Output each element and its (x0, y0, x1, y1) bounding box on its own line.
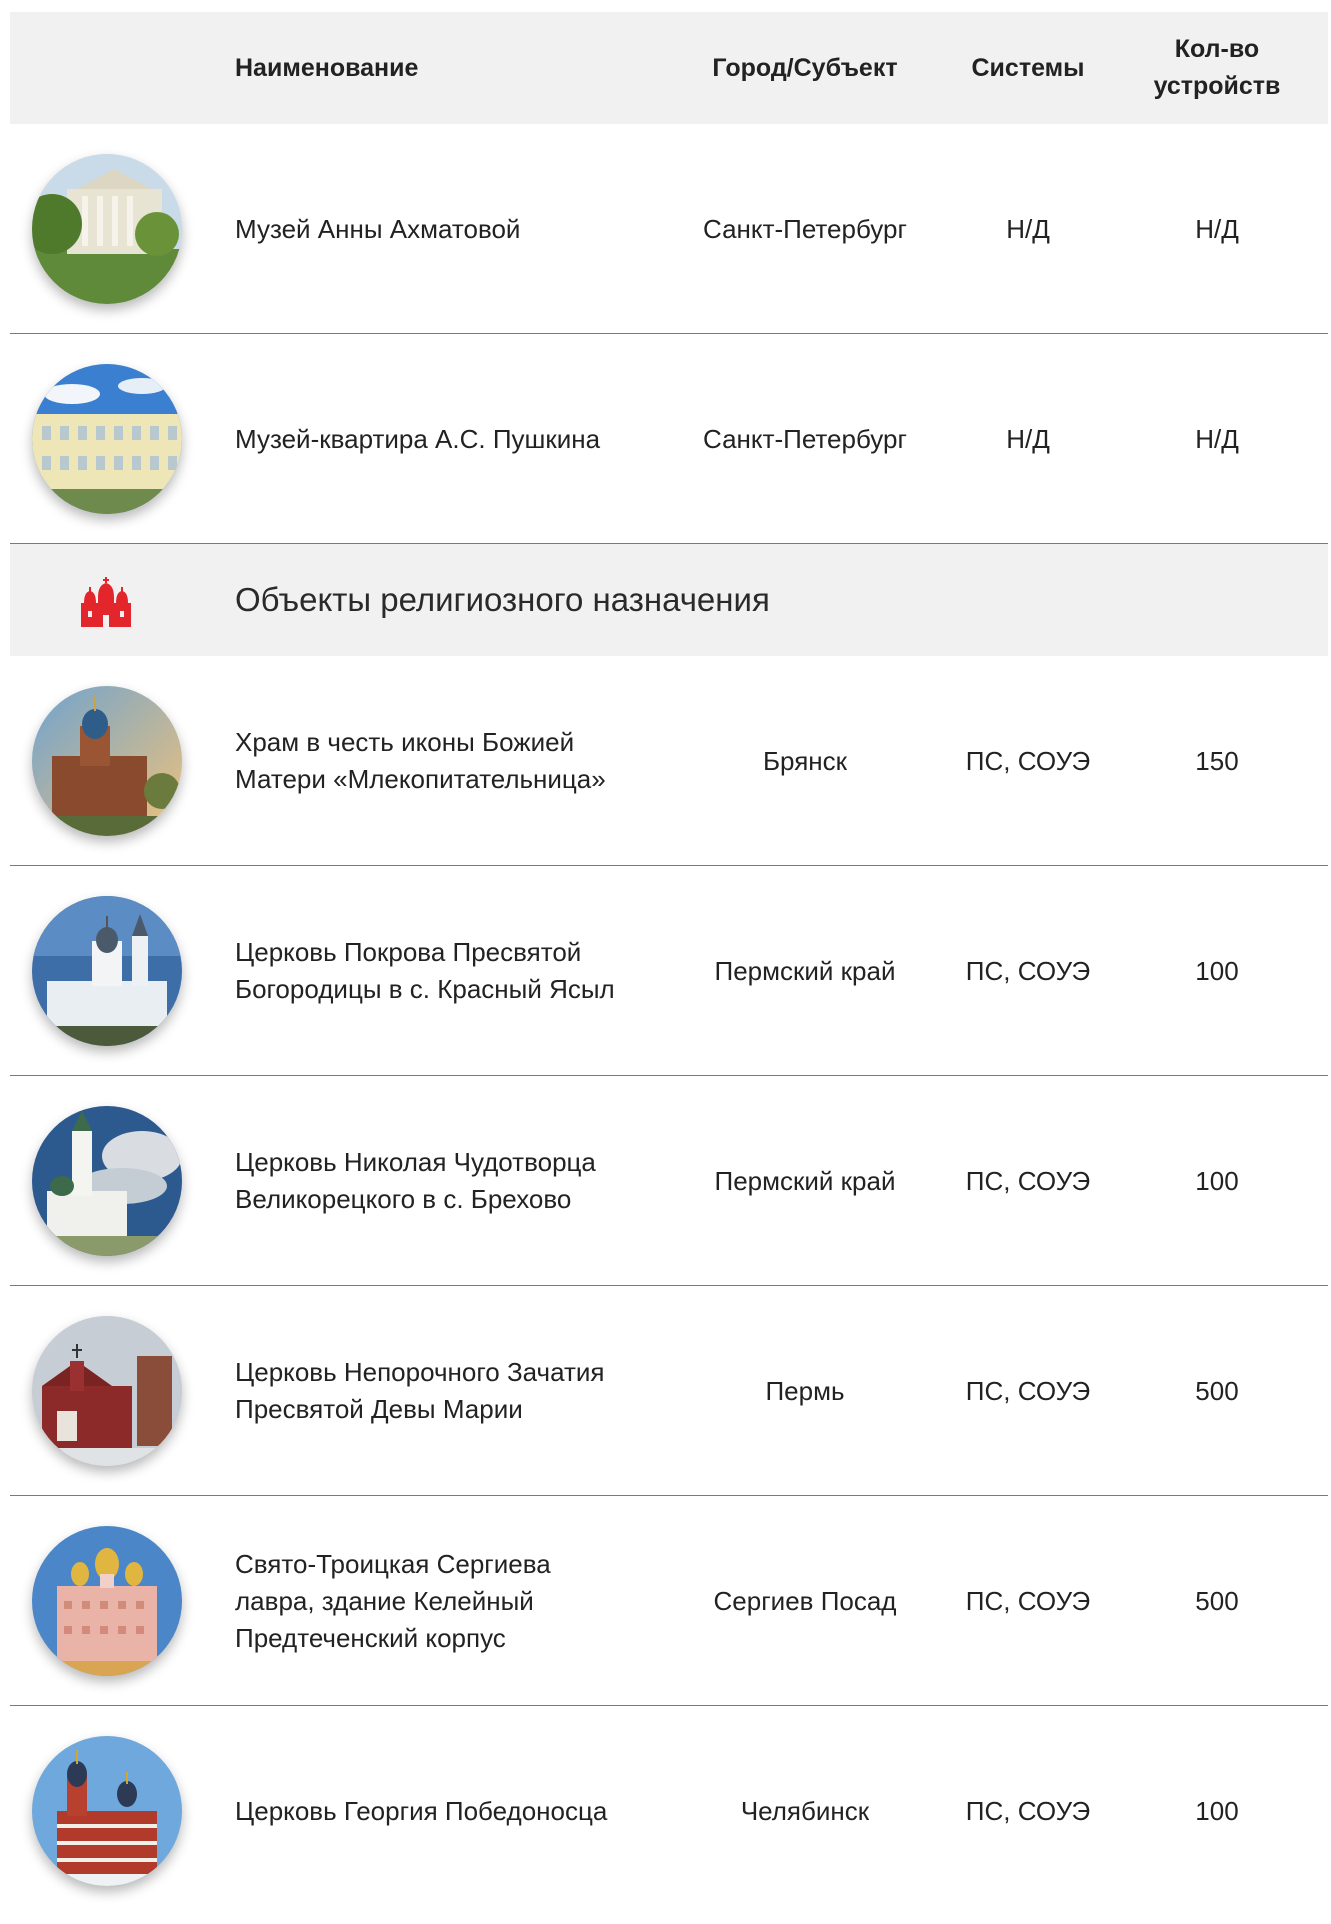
object-count: 500 (1195, 1585, 1239, 1616)
object-systems: Н/Д (1006, 423, 1050, 454)
table-row: Музей Анны Ахматовой Санкт-Петербург Н/Д… (10, 124, 1328, 334)
table-header: Наименование Город/Субъект Системы Кол-в… (10, 12, 1328, 124)
object-systems: ПС, СОУЭ (965, 1375, 1091, 1406)
object-city: Сергиев Посад (713, 1585, 897, 1616)
table-row: Церковь Георгия Победоносца Челябинск ПС… (10, 1706, 1328, 1916)
object-systems: ПС, СОУЭ (965, 1795, 1091, 1826)
object-systems: ПС, СОУЭ (965, 745, 1091, 776)
table-row: Церковь Николая Чудотворца Великорецкого… (10, 1076, 1328, 1286)
table-row: Церковь Покрова Пресвятой Богородицы в с… (10, 866, 1328, 1076)
object-count: Н/Д (1195, 213, 1239, 244)
column-header-city: Город/Субъект (712, 53, 898, 82)
column-header-systems: Системы (971, 53, 1085, 82)
object-systems: ПС, СОУЭ (965, 1165, 1091, 1196)
object-city: Челябинск (740, 1795, 870, 1826)
object-city: Пермский край (714, 955, 896, 986)
object-name: Церковь Покрова Пресвятой Богородицы в с… (235, 937, 615, 1004)
table-row: Свято-Троицкая Сергиева лавра, здание Ке… (10, 1496, 1328, 1706)
object-city: Пермь (765, 1375, 845, 1406)
column-header-count: Кол-во устройств (1153, 35, 1281, 100)
object-city: Пермский край (714, 1165, 896, 1196)
object-name: Храм в честь иконы Божией Матери «Млекоп… (235, 727, 606, 794)
object-city: Брянск (762, 745, 848, 776)
table-row: Храм в честь иконы Божией Матери «Млекоп… (10, 656, 1328, 866)
table-row: Церковь Непорочного Зачатия Пресвятой Де… (10, 1286, 1328, 1496)
column-header-name: Наименование (235, 53, 419, 82)
object-name: Свято-Троицкая Сергиева лавра, здание Ке… (235, 1548, 551, 1653)
church-icon (81, 577, 131, 627)
section-title: Объекты религиозного назначения (235, 581, 770, 618)
object-name: Церковь Непорочного Зачатия Пресвятой Де… (235, 1357, 605, 1424)
church-photo (32, 686, 182, 836)
church-photo (32, 1106, 182, 1256)
object-count: Н/Д (1195, 423, 1239, 454)
object-count: 500 (1195, 1375, 1239, 1406)
church-photo (32, 896, 182, 1046)
table-row: Музей-квартира А.С. Пушкина Санкт-Петерб… (10, 334, 1328, 544)
object-systems: ПС, СОУЭ (965, 955, 1091, 986)
object-count: 100 (1195, 1165, 1239, 1196)
object-systems: Н/Д (1006, 213, 1050, 244)
museum-building-photo (32, 154, 182, 304)
mansion-photo (32, 364, 182, 514)
object-city: Санкт-Петербург (703, 423, 907, 454)
church-photo (32, 1316, 182, 1466)
object-count: 100 (1195, 1795, 1239, 1826)
object-name: Музей Анны Ахматовой (235, 213, 521, 244)
object-name: Церковь Георгия Победоносца (235, 1795, 608, 1826)
section-header-religious: Объекты религиозного назначения (10, 544, 1328, 656)
object-systems: ПС, СОУЭ (965, 1585, 1091, 1616)
object-count: 150 (1195, 745, 1239, 776)
object-count: 100 (1195, 955, 1239, 986)
object-city: Санкт-Петербург (703, 213, 907, 244)
object-name: Музей-квартира А.С. Пушкина (235, 423, 601, 454)
church-photo (32, 1736, 182, 1886)
objects-table: Наименование Город/Субъект Системы Кол-в… (10, 12, 1328, 1916)
object-name: Церковь Николая Чудотворца Великорецкого… (235, 1147, 596, 1214)
church-photo (32, 1526, 182, 1676)
